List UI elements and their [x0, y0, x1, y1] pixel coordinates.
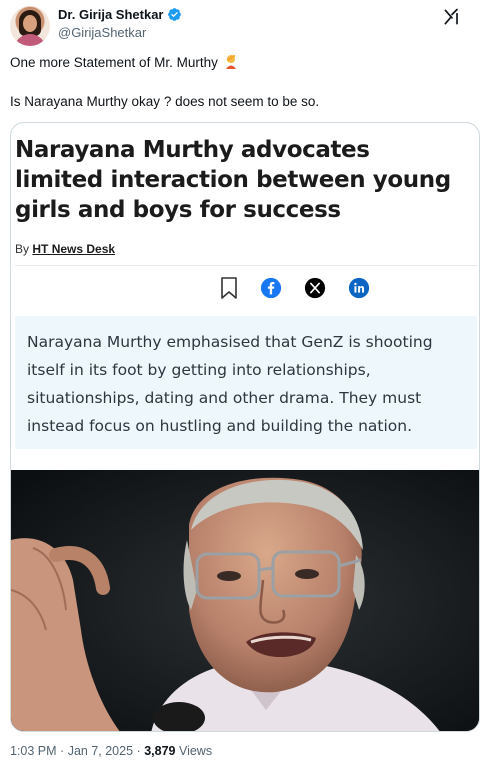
article-image[interactable] — [11, 470, 479, 731]
tweet-text-line-1-content: One more Statement of Mr. Murthy — [10, 55, 218, 70]
byline-author-link[interactable]: HT News Desk — [32, 242, 115, 256]
x-icon[interactable] — [304, 276, 326, 300]
tweet-metadata: 1:03 PM · Jan 7, 2025 · 3,879 Views — [10, 744, 212, 758]
tweet-header: Dr. Girija Shetkar @GirijaShetkar — [10, 6, 482, 46]
views-count[interactable]: 3,879 — [144, 744, 175, 758]
divider — [15, 265, 477, 266]
author-display-name[interactable]: Dr. Girija Shetkar — [58, 7, 164, 22]
article-headline: Narayana Murthy advocates limited intera… — [15, 137, 451, 223]
verified-badge-icon — [167, 8, 181, 21]
bookmark-icon[interactable] — [220, 276, 238, 300]
tweet-date[interactable]: Jan 7, 2025 — [68, 744, 133, 758]
grok-icon[interactable] — [442, 7, 462, 27]
tweet-text-line-2: Is Narayana Murthy okay ? does not seem … — [10, 94, 320, 109]
person-facepalming-emoji-icon — [225, 54, 236, 69]
facebook-icon[interactable] — [260, 276, 282, 300]
separator-dot: · — [60, 744, 65, 758]
byline-prefix: By — [15, 242, 30, 256]
author-handle[interactable]: @GirijaShetkar — [58, 25, 146, 40]
tweet-text-line-1: One more Statement of Mr. Murthy — [10, 54, 482, 72]
views-label: Views — [178, 744, 213, 758]
linkedin-icon[interactable] — [348, 276, 370, 300]
article-byline: By HT News Desk — [15, 242, 115, 256]
avatar[interactable] — [10, 6, 50, 46]
man-speaking-photo — [11, 470, 479, 731]
article-summary-text: Narayana Murthy emphasised that GenZ is … — [27, 333, 433, 435]
tweet-time[interactable]: 1:03 PM — [10, 744, 57, 758]
name-row: Dr. Girija Shetkar — [58, 7, 182, 22]
article-card[interactable]: Narayana Murthy advocates limited intera… — [10, 122, 480, 732]
separator-dot-2: · — [136, 744, 141, 758]
article-summary: Narayana Murthy emphasised that GenZ is … — [15, 316, 477, 449]
